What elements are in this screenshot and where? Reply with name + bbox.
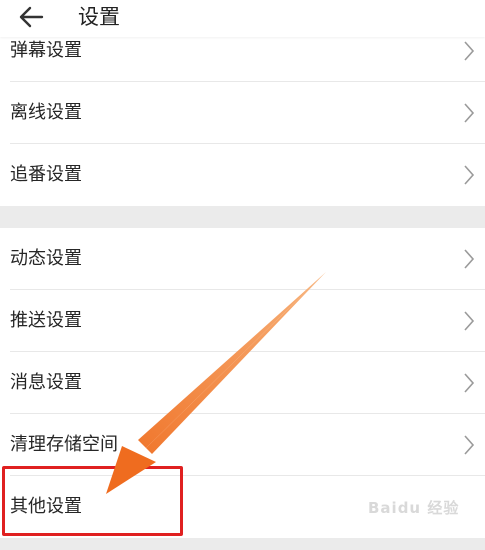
row-label: 推送设置	[10, 310, 82, 331]
chevron-right-icon	[464, 41, 475, 61]
row-label: 离线设置	[10, 102, 82, 123]
chevron-right-icon	[464, 103, 475, 123]
watermark: Baidu 经验	[368, 499, 460, 517]
section-gap-bottom	[0, 538, 485, 550]
settings-row-message[interactable]: 消息设置	[0, 352, 485, 414]
top-bar: 设置	[0, 0, 485, 37]
highlight-box	[2, 466, 183, 536]
settings-row-dynamic[interactable]: 动态设置	[0, 228, 485, 290]
row-label: 消息设置	[10, 372, 82, 393]
page-title: 设置	[78, 5, 120, 29]
section-gap	[0, 206, 485, 228]
settings-row-push[interactable]: 推送设置	[0, 290, 485, 352]
settings-row-bangumi[interactable]: 追番设置	[0, 144, 485, 206]
arrow-left-icon	[19, 6, 44, 28]
chevron-right-icon	[464, 249, 475, 269]
chevron-right-icon	[464, 373, 475, 393]
chevron-right-icon	[464, 435, 475, 455]
settings-row-offline[interactable]: 离线设置	[0, 82, 485, 144]
chevron-right-icon	[464, 311, 475, 331]
settings-screen: 设置 弹幕设置 离线设置 追番设置 动态设置 推送设置 消息设置 清理存储空间	[0, 0, 485, 550]
row-label: 追番设置	[10, 164, 82, 185]
chevron-right-icon	[464, 165, 475, 185]
back-button[interactable]	[14, 3, 48, 31]
row-label: 动态设置	[10, 248, 82, 269]
